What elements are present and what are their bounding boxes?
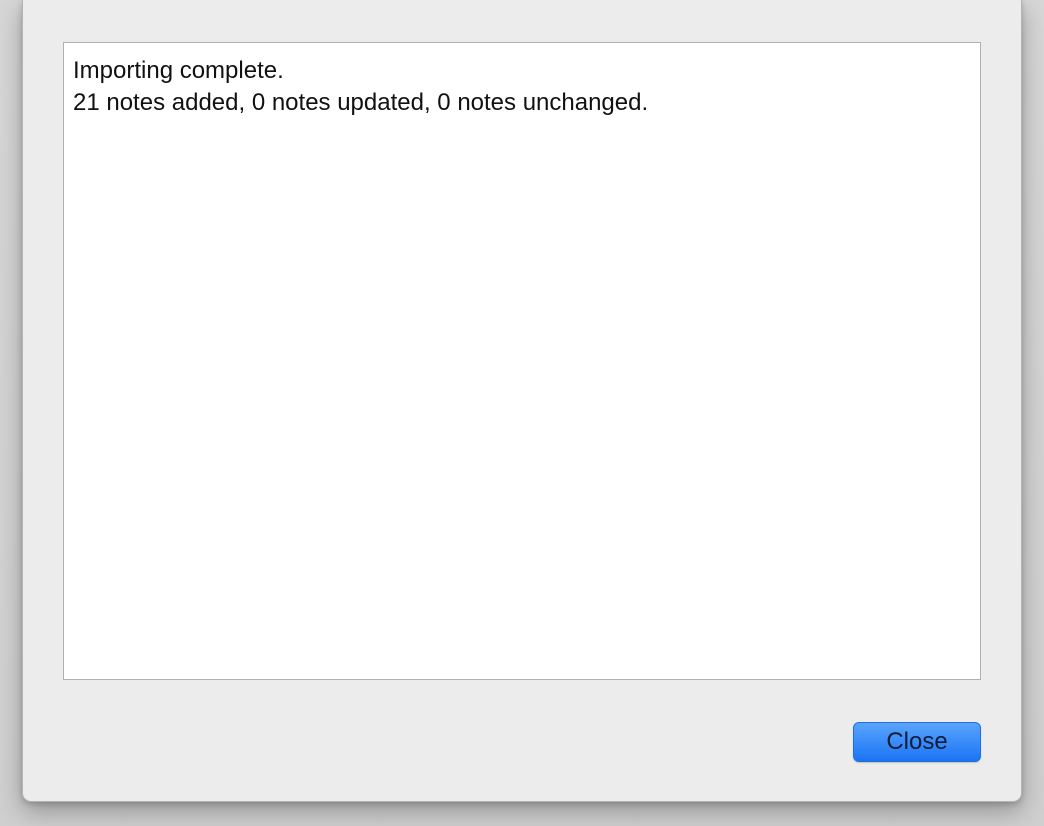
log-line-status: Importing complete. bbox=[73, 57, 284, 84]
import-log-text-area[interactable]: Importing complete. 21 notes added, 0 no… bbox=[63, 42, 981, 680]
close-button[interactable]: Close bbox=[853, 722, 981, 762]
log-line-summary: 21 notes added, 0 notes updated, 0 notes… bbox=[73, 89, 649, 116]
import-result-dialog: Importing complete. 21 notes added, 0 no… bbox=[22, 0, 1022, 802]
